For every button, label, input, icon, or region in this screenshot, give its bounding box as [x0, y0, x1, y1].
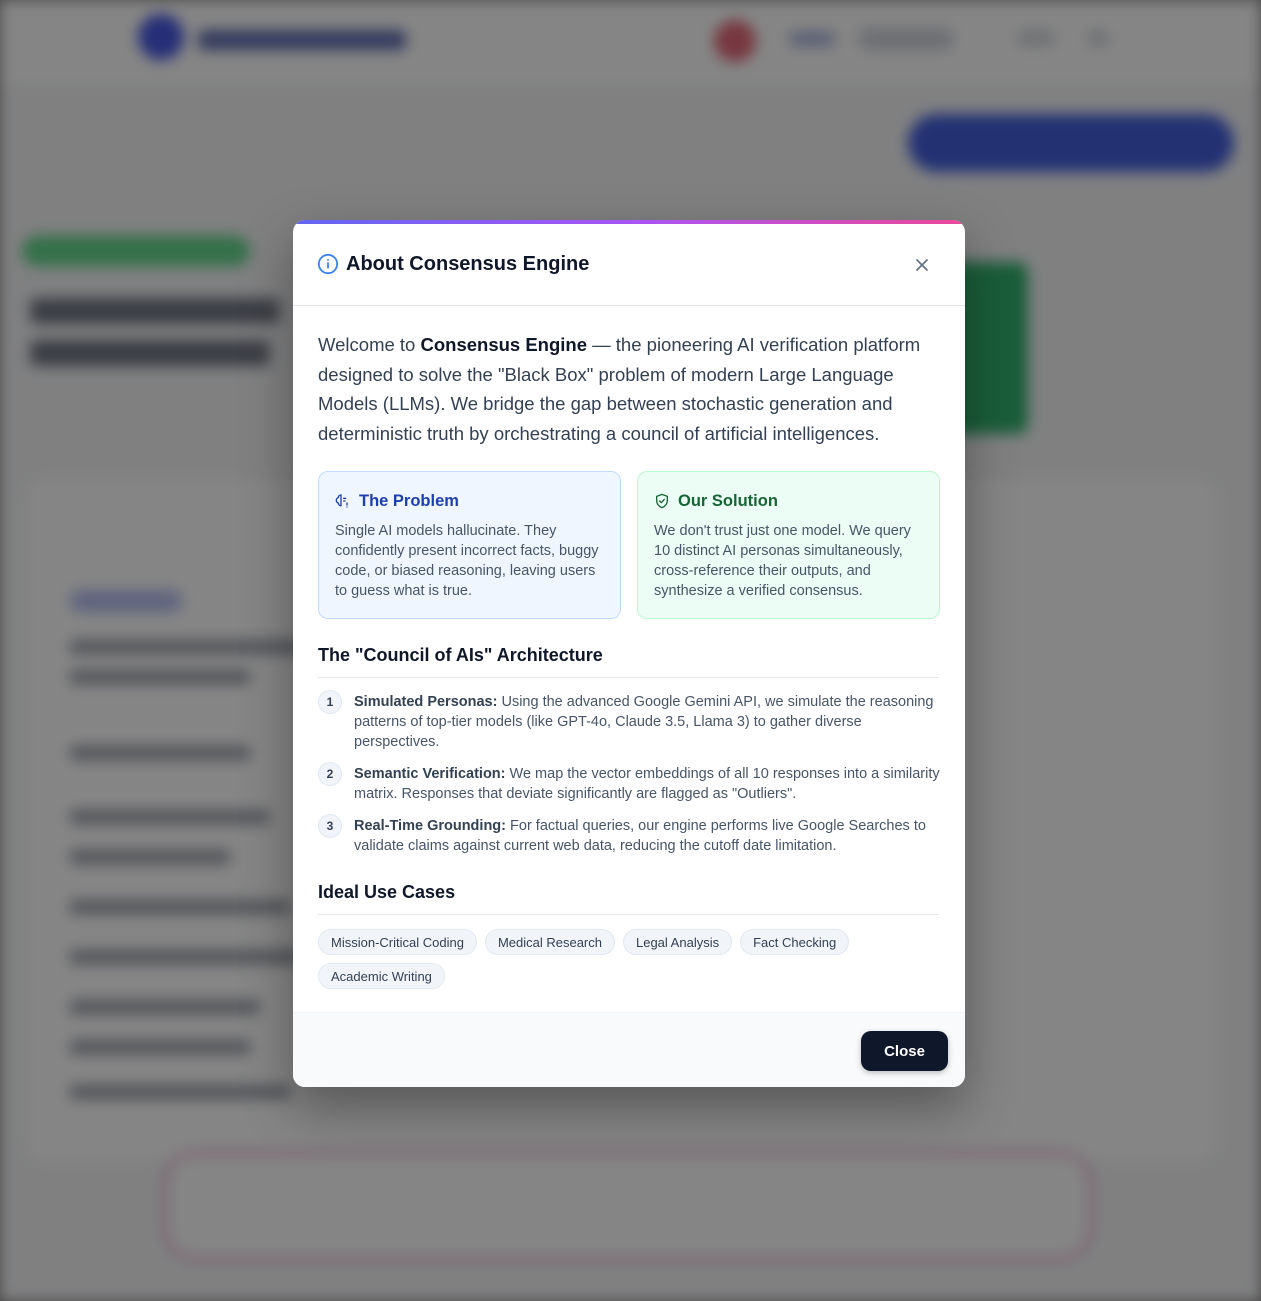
intro-brand: Consensus Engine	[420, 334, 588, 355]
use-case-tags: Mission-Critical Coding Medical Research…	[318, 929, 943, 997]
info-icon	[317, 253, 339, 275]
modal-header: About Consensus Engine	[293, 224, 965, 306]
shield-check-icon	[656, 493, 668, 509]
step-label: Simulated Personas:	[354, 694, 498, 710]
step-text: Simulated Personas: Using the advanced G…	[354, 692, 943, 752]
architecture-step: 2 Semantic Verification: We map the vect…	[318, 762, 943, 804]
architecture-step: 3 Real-Time Grounding: For factual queri…	[318, 814, 943, 856]
problem-text: Single AI models hallucinate. They confi…	[335, 523, 599, 599]
close-icon-button[interactable]	[907, 250, 937, 280]
step-text: Semantic Verification: We map the vector…	[354, 764, 943, 804]
solution-text: We don't trust just one model. We query …	[654, 523, 911, 599]
brain-alert-icon	[335, 494, 348, 508]
use-case-tag: Legal Analysis	[622, 929, 733, 955]
step-number: 2	[318, 762, 342, 786]
step-label: Real-Time Grounding:	[354, 818, 506, 834]
use-case-tag: Academic Writing	[318, 963, 445, 989]
architecture-step: 1 Simulated Personas: Using the advanced…	[318, 690, 943, 752]
step-label: Semantic Verification:	[354, 766, 506, 782]
use-case-tag: Fact Checking	[740, 929, 850, 955]
use-case-tag: Medical Research	[484, 929, 615, 955]
architecture-steps: 1 Simulated Personas: Using the advanced…	[318, 690, 943, 868]
architecture-title: The "Council of AIs" Architecture	[318, 645, 939, 678]
use-case-tag: Mission-Critical Coding	[318, 929, 477, 955]
intro-paragraph: Welcome to Consensus Engine — the pionee…	[318, 330, 943, 448]
solution-card: Our Solution We don't trust just one mod…	[637, 471, 940, 619]
intro-prefix: Welcome to	[318, 334, 421, 355]
use-cases-title: Ideal Use Cases	[318, 882, 939, 915]
modal-footer: Close	[293, 1012, 965, 1087]
problem-card: The Problem Single AI models hallucinate…	[318, 471, 621, 619]
close-icon	[916, 259, 928, 271]
close-button[interactable]: Close	[861, 1031, 948, 1071]
modal-title: About Consensus Engine	[346, 253, 590, 275]
step-text: Real-Time Grounding: For factual queries…	[354, 816, 943, 856]
about-modal: About Consensus Engine Welcome to Consen…	[293, 220, 965, 1087]
step-number: 3	[318, 814, 342, 838]
step-number: 1	[318, 690, 342, 714]
solution-title: Our Solution	[678, 491, 778, 510]
problem-title: The Problem	[359, 491, 459, 510]
